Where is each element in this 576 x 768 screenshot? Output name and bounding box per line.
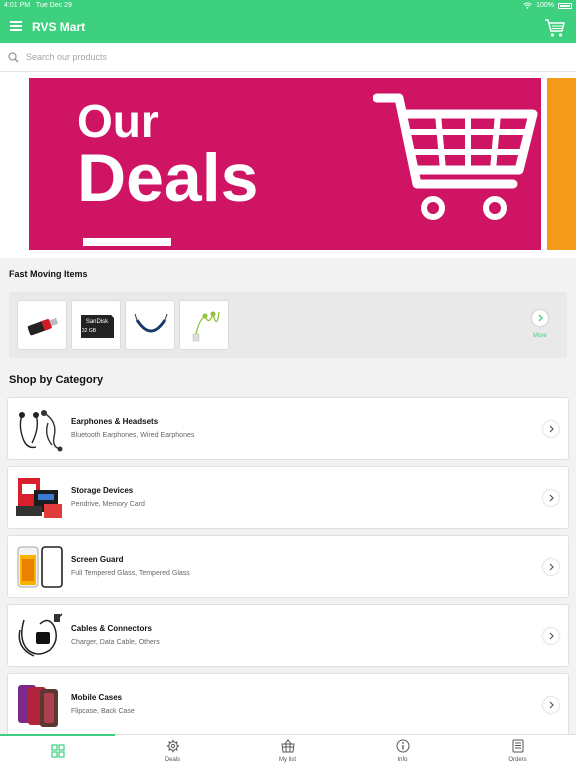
memory-card-brand: SanDisk xyxy=(86,319,109,325)
gear-icon xyxy=(166,739,179,753)
category-earphones-headsets[interactable]: Earphones & Headsets Bluetooth Earphones… xyxy=(7,397,569,460)
category-name: Screen Guard xyxy=(71,555,124,564)
menu-icon[interactable] xyxy=(10,21,22,33)
cable-icon xyxy=(18,613,63,657)
category-storage-devices[interactable]: Storage Devices Pendrive, Memory Card xyxy=(7,466,569,529)
more-button[interactable] xyxy=(532,310,548,326)
chevron-right-icon xyxy=(538,314,543,322)
tab-label: My list xyxy=(279,757,296,763)
shop-by-category-title: Shop by Category xyxy=(9,374,104,386)
tab-deals[interactable]: Deals xyxy=(115,735,230,768)
category-name: Cables & Connectors xyxy=(71,624,152,633)
status-time: 4:01 PM Tue Dec 29 xyxy=(4,2,72,9)
banner-carousel[interactable]: Our Deals xyxy=(0,72,576,258)
tab-label: Deals xyxy=(164,757,181,763)
category-screen-guard[interactable]: Screen Guard Full Tempered Glass, Temper… xyxy=(7,535,569,598)
category-subtitle: Charger, Data Cable, Others xyxy=(71,639,160,646)
fast-moving-item-earphones[interactable] xyxy=(179,300,229,350)
app-title: RVS Mart xyxy=(32,20,86,34)
fast-moving-item-memory-card[interactable]: SanDisk 32 GB xyxy=(71,300,121,350)
status-right: 100% xyxy=(523,2,572,9)
deals-banner[interactable]: Our Deals xyxy=(29,78,541,250)
chevron-right-icon[interactable] xyxy=(543,628,559,644)
bottom-tab-bar: Deals My list Info Orders xyxy=(0,734,576,768)
battery-percent: 100% xyxy=(536,2,554,9)
status-bar: 4:01 PM Tue Dec 29 100% xyxy=(0,0,576,12)
neckband-earphone-icon xyxy=(134,313,168,333)
chevron-right-icon[interactable] xyxy=(543,697,559,713)
fast-moving-list: SanDisk 32 GB More xyxy=(9,292,567,358)
memory-card-capacity: 32 GB xyxy=(82,328,97,334)
category-mobile-cases[interactable]: Mobile Cases Flipcase, Back Case xyxy=(7,673,569,736)
category-subtitle: Flipcase, Back Case xyxy=(71,708,135,715)
grid-icon xyxy=(50,744,65,758)
search-input[interactable] xyxy=(26,47,546,67)
memory-card-icon: SanDisk 32 GB xyxy=(81,315,114,338)
category-subtitle: Pendrive, Memory Card xyxy=(71,501,145,508)
category-subtitle: Full Tempered Glass, Tempered Glass xyxy=(71,570,190,577)
category-cables-connectors[interactable]: Cables & Connectors Charger, Data Cable,… xyxy=(7,604,569,667)
tab-label: Info xyxy=(397,757,408,763)
chevron-right-icon[interactable] xyxy=(543,421,559,437)
next-banner-peek[interactable] xyxy=(547,78,576,250)
banner-line2: Deals xyxy=(77,140,259,216)
search-icon xyxy=(8,52,19,63)
fast-moving-item-pendrive[interactable] xyxy=(17,300,67,350)
basket-icon xyxy=(280,739,295,753)
tab-label: Orders xyxy=(508,757,527,763)
tab-home[interactable] xyxy=(0,735,115,768)
cart-icon[interactable] xyxy=(544,18,566,38)
banner-line1: Our xyxy=(77,95,159,147)
fast-moving-title: Fast Moving Items xyxy=(9,269,88,279)
mobile-case-icon xyxy=(18,685,58,727)
shopping-cart-icon xyxy=(373,93,538,220)
info-icon xyxy=(396,739,409,753)
category-name: Mobile Cases xyxy=(71,693,123,702)
orders-icon xyxy=(512,739,523,753)
app-bar: RVS Mart xyxy=(0,12,576,43)
earphones-icon xyxy=(192,311,220,342)
earphones-icon xyxy=(19,410,63,452)
category-name: Earphones & Headsets xyxy=(71,417,159,426)
category-subtitle: Bluetooth Earphones, Wired Earphones xyxy=(71,432,195,439)
battery-icon xyxy=(558,2,572,9)
wifi-icon xyxy=(523,2,532,9)
fast-moving-item-neckband[interactable] xyxy=(125,300,175,350)
tab-orders[interactable]: Orders xyxy=(460,735,575,768)
more-label[interactable]: More xyxy=(533,333,547,339)
banner-underline xyxy=(83,238,171,246)
tab-my-list[interactable]: My list xyxy=(230,735,345,768)
chevron-right-icon[interactable] xyxy=(543,559,559,575)
category-name: Storage Devices xyxy=(71,486,134,495)
search-bar xyxy=(0,43,576,72)
storage-icon xyxy=(16,478,62,518)
chevron-right-icon[interactable] xyxy=(543,490,559,506)
screen-guard-icon xyxy=(17,546,63,588)
pendrive-icon xyxy=(27,318,59,336)
tab-info[interactable]: Info xyxy=(345,735,460,768)
